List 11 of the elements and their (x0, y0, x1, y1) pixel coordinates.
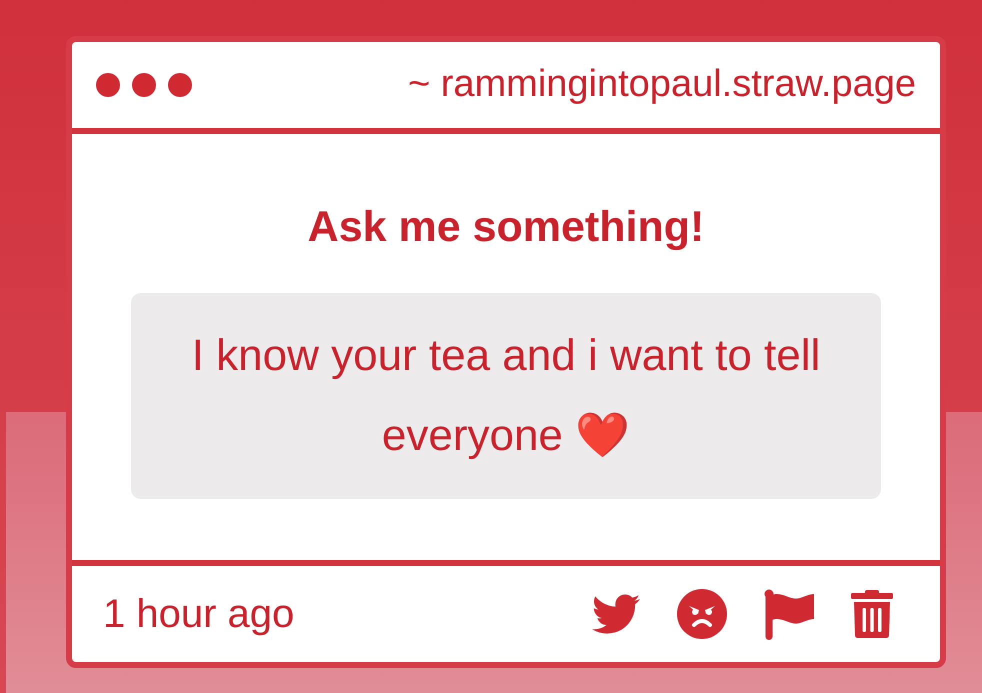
question-text: I know your tea and i want to tell everyone ❤ (190, 330, 822, 462)
flag-icon[interactable] (764, 588, 814, 640)
bird-icon[interactable] (592, 594, 640, 634)
prompt-title: Ask me something! (308, 202, 704, 253)
angry-face-icon[interactable] (677, 589, 727, 639)
trash-icon[interactable] (851, 590, 893, 638)
timestamp: 1 hour ago (103, 591, 294, 638)
window-dot-icon (132, 73, 156, 97)
page-address: ~ rammingintopaul.straw.page (408, 62, 916, 108)
window-dot-icon (96, 73, 120, 97)
window-dot-icon (168, 73, 192, 97)
